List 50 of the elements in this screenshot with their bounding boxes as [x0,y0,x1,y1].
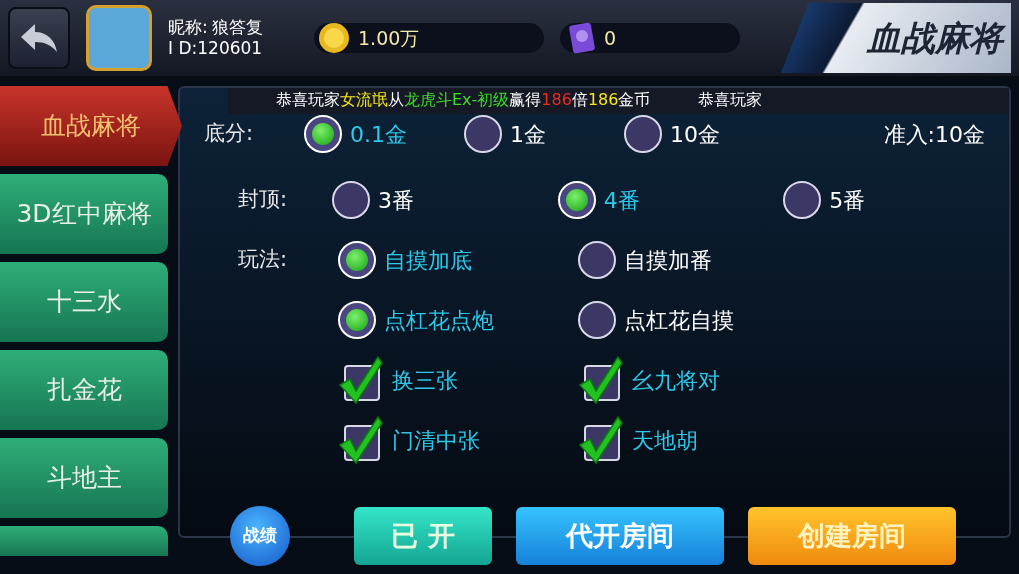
option-label: 3番 [378,186,415,215]
option-label: 5番 [829,186,866,215]
game-tab[interactable]: 3D红中麻将 [0,174,168,254]
back-arrow-icon [19,22,59,54]
checkbox[interactable] [578,415,624,465]
game-tab[interactable]: 血战麻将 [0,86,182,166]
option-label: 4番 [603,186,640,215]
rule-label: 玩法: [238,246,289,274]
radio-button[interactable] [578,301,616,339]
card-amount: 0 [604,25,617,51]
option-label: 自摸加底 [384,246,472,275]
action-button[interactable]: 已 开 [354,507,492,565]
option-label: 点杠花自摸 [624,306,734,335]
ticker-message: 恭喜玩家 [698,89,763,111]
user-id: 120601 [197,38,263,60]
checkbox[interactable] [578,355,624,405]
checkbox[interactable] [338,415,384,465]
radio-button[interactable] [624,115,662,153]
radio-button[interactable] [578,241,616,279]
option-label: 天地胡 [632,426,698,455]
nickname: 狼答复 [211,16,263,38]
checkbox[interactable] [338,355,384,405]
avatar [86,5,152,71]
id-label: I D: [168,38,198,60]
back-button[interactable] [8,7,70,69]
option-label: 门清中张 [392,426,480,455]
records-button[interactable]: 战绩 [230,506,290,566]
option-label: 点杠花点炮 [384,306,494,335]
option-label: 幺九将对 [632,366,720,395]
option-label: 0.1金 [350,120,407,149]
action-button[interactable]: 创建房间 [748,507,956,565]
base-score-label: 底分: [204,120,255,148]
option-label: 10金 [670,120,720,149]
coin-amount: 1.00万 [358,25,420,51]
game-tab[interactable]: 十三水 [0,262,168,342]
rule-label: 封顶: [238,186,289,214]
room-card-icon [568,22,596,54]
coin-icon [318,22,350,54]
option-label: 自摸加番 [624,246,712,275]
radio-button[interactable] [332,181,371,219]
action-button[interactable]: 代开房间 [516,507,724,565]
game-tab[interactable]: 扎金花 [0,350,168,430]
radio-button[interactable] [783,181,822,219]
entry-requirement: 准入:10金 [883,120,985,149]
option-label: 换三张 [392,366,458,395]
nickname-label: 昵称: [168,16,208,38]
ticker-message: 恭喜玩家女流氓从龙虎斗Ex-初级赢得186倍186金币 [276,89,651,111]
radio-button[interactable] [464,115,502,153]
game-tab[interactable]: 斗地主 [0,438,168,518]
option-label: 1金 [510,120,546,149]
